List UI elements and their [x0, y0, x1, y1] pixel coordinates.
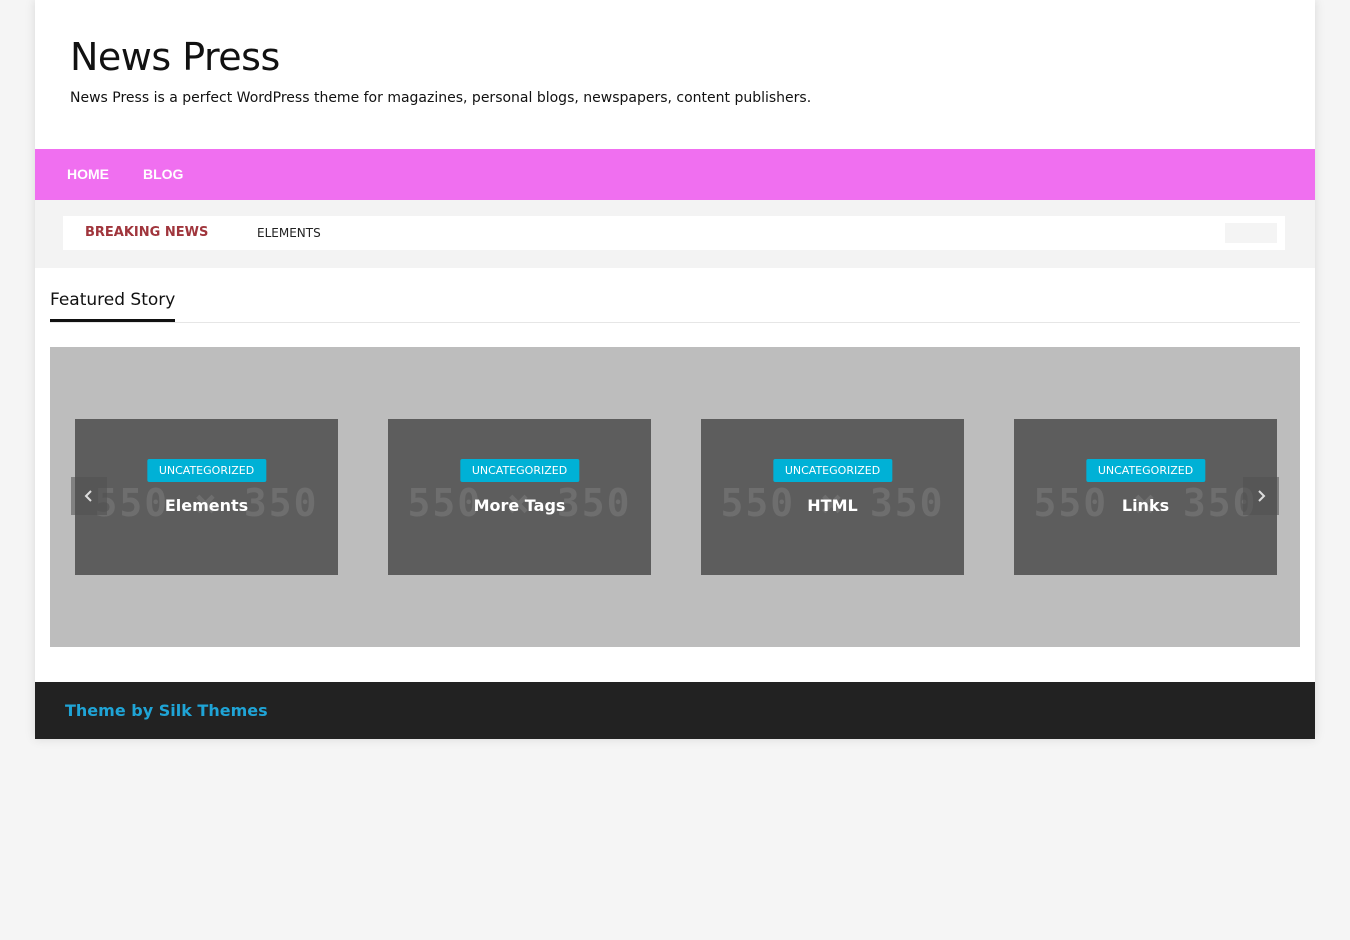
carousel-card[interactable]: 550 × 350 UNCATEGORIZED Links [1014, 419, 1277, 575]
page-container: News Press News Press is a perfect WordP… [35, 0, 1315, 739]
ticker-controls[interactable] [1225, 223, 1277, 243]
chevron-left-icon [84, 490, 92, 502]
carousel-card[interactable]: 550 × 350 UNCATEGORIZED HTML [701, 419, 964, 575]
card-title[interactable]: More Tags [388, 496, 651, 515]
footer-credit-link[interactable]: Theme by Silk Themes [65, 682, 268, 739]
card-title[interactable]: Links [1014, 496, 1277, 515]
category-badge[interactable]: UNCATEGORIZED [1085, 459, 1206, 482]
breaking-news-ticker: BREAKING NEWS ELEMENTS [63, 216, 1285, 250]
breaking-news-label: BREAKING NEWS [85, 225, 209, 240]
nav-item-blog[interactable]: BLOG [143, 149, 183, 200]
card-title[interactable]: Elements [75, 496, 338, 515]
chevron-right-icon [1258, 490, 1266, 502]
site-footer: Theme by Silk Themes [35, 682, 1315, 739]
ticker-item[interactable]: ELEMENTS [257, 216, 321, 250]
featured-carousel: 550 × 350 UNCATEGORIZED Elements 550 × 3… [50, 347, 1300, 647]
featured-section-title: Featured Story [50, 285, 176, 322]
main-navigation: HOME BLOG [35, 149, 1315, 200]
card-title[interactable]: HTML [701, 496, 964, 515]
carousel-card[interactable]: 550 × 350 UNCATEGORIZED Elements [75, 419, 338, 575]
carousel-next-button[interactable] [1243, 477, 1279, 515]
carousel-prev-button[interactable] [71, 477, 107, 515]
breaking-news-bar: BREAKING NEWS ELEMENTS [35, 200, 1315, 268]
carousel-card[interactable]: 550 × 350 UNCATEGORIZED More Tags [388, 419, 651, 575]
site-title[interactable]: News Press [70, 32, 280, 82]
site-description: News Press is a perfect WordPress theme … [70, 90, 812, 106]
category-badge[interactable]: UNCATEGORIZED [459, 459, 580, 482]
nav-item-home[interactable]: HOME [67, 149, 109, 200]
featured-section-header: Featured Story [50, 285, 1300, 323]
category-badge[interactable]: UNCATEGORIZED [772, 459, 893, 482]
category-badge[interactable]: UNCATEGORIZED [146, 459, 267, 482]
site-header: News Press News Press is a perfect WordP… [35, 0, 1315, 149]
